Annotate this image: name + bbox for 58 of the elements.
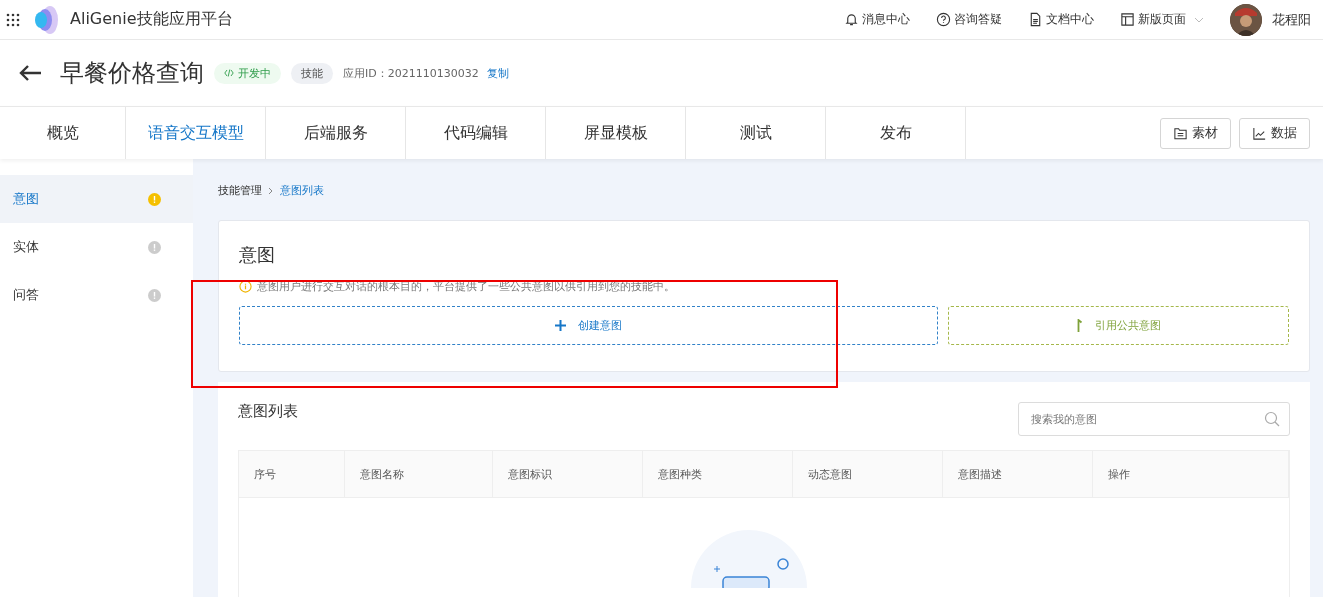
plus-icon (555, 320, 567, 331)
help-icon (936, 12, 951, 27)
breadcrumb-link[interactable]: 技能管理 (218, 183, 262, 198)
sidebar-label: 意图 (13, 190, 39, 208)
breadcrumb-link[interactable]: 意图列表 (280, 183, 324, 198)
search-field[interactable]: 搜索我的意图 (1018, 402, 1290, 436)
sidebar-item[interactable]: 实体 (0, 223, 193, 271)
search-icon (1264, 411, 1280, 427)
chevron-right-icon (268, 186, 274, 195)
user-name[interactable]: 花程阳 (1272, 10, 1311, 29)
toolbar-button[interactable]: 数据 (1239, 117, 1310, 149)
back-arrow-icon[interactable] (18, 64, 42, 82)
column-header: 操作 (1108, 466, 1130, 482)
column-header: 意图标识 (508, 466, 552, 482)
tab[interactable]: 代码编辑 (406, 107, 546, 159)
platform-name: AliGenie技能应用平台 (70, 9, 233, 30)
tab[interactable]: 后端服务 (266, 107, 406, 159)
toolbar-button[interactable]: 素材 (1160, 117, 1231, 149)
create-intent-button[interactable]: 创建意图 (239, 306, 939, 345)
flag-icon (1076, 319, 1083, 332)
folder-icon (1173, 125, 1188, 141)
header-link[interactable]: 咨询答疑 (936, 11, 1002, 28)
card-title: 意图 (239, 243, 276, 267)
status-text: 开发中 (238, 65, 271, 81)
sidebar-label: 问答 (13, 286, 39, 304)
warning-icon (148, 288, 161, 302)
header-link[interactable]: 文档中心 (1028, 11, 1094, 28)
document-icon (1028, 12, 1043, 27)
column-header: 动态意图 (808, 466, 852, 482)
chart-icon (1252, 125, 1267, 141)
sidebar-item[interactable]: 意图 (0, 175, 193, 223)
app-id: 应用ID：2021110130032 (343, 65, 479, 81)
header-link[interactable]: 新版页面 (1120, 11, 1186, 28)
column-header: 意图描述 (958, 466, 1002, 482)
sidebar-item[interactable]: 问答 (0, 271, 193, 319)
type-tag: 技能 (291, 62, 333, 84)
tab[interactable]: 测试 (686, 107, 826, 159)
tab[interactable]: 语音交互模型 (126, 107, 266, 159)
layout-icon (1120, 12, 1135, 27)
page-title: 早餐价格查询 (60, 58, 204, 89)
logo-icon (32, 4, 60, 35)
tab[interactable]: 发布 (826, 107, 966, 159)
info-icon (239, 280, 252, 293)
sidebar-label: 实体 (13, 238, 39, 256)
tab[interactable]: 概览 (0, 107, 126, 159)
tab[interactable]: 屏显模板 (546, 107, 686, 159)
column-header: 序号 (254, 466, 276, 482)
warning-icon (148, 192, 161, 206)
copy-link[interactable]: 复制 (486, 65, 509, 81)
warning-icon (148, 240, 161, 254)
apps-grid-icon[interactable] (6, 12, 20, 27)
list-title: 意图列表 (238, 402, 298, 421)
bell-icon (844, 12, 859, 27)
column-header: 意图名称 (360, 466, 404, 482)
column-header: 意图种类 (658, 466, 702, 482)
code-icon (224, 69, 234, 77)
header-link[interactable]: 消息中心 (844, 11, 910, 28)
avatar[interactable] (1230, 3, 1262, 36)
